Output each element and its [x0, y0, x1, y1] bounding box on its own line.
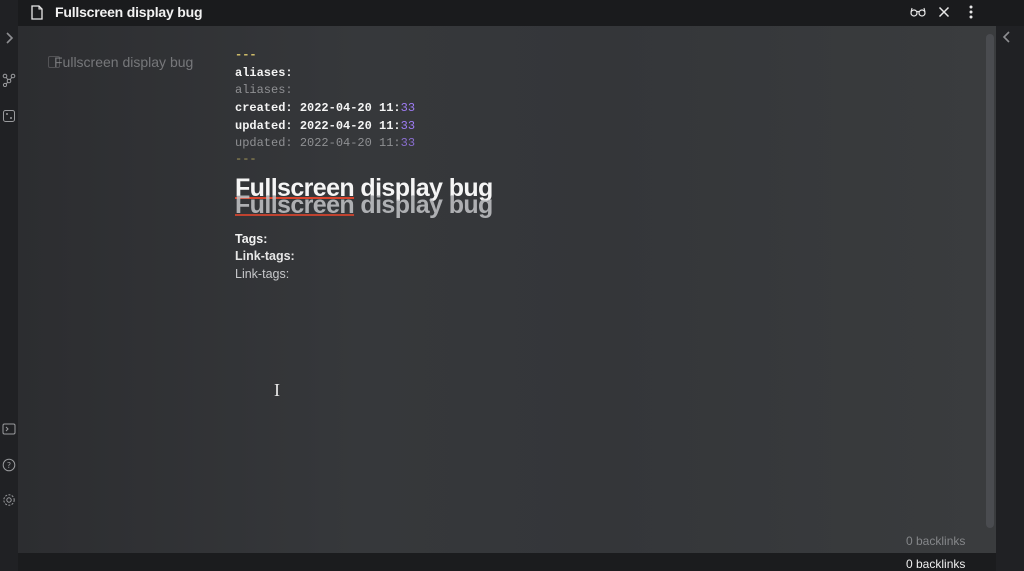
- link-tags-label: Link-tags:: [235, 249, 295, 263]
- updated-value: 2022-04-20 11:: [299, 119, 401, 133]
- right-sidebar-collapsed: [996, 26, 1024, 571]
- backlinks-count-ghost: 0 backlinks: [906, 534, 966, 548]
- updated-line-ghost: updated: 2022-04-20 11:33: [235, 135, 415, 153]
- heading-ghost-word-misspelled: Fullscreen: [235, 191, 355, 219]
- close-icon[interactable]: [935, 3, 953, 21]
- scrollbar[interactable]: [986, 34, 994, 528]
- command-palette-icon[interactable]: [0, 420, 18, 438]
- graph-view-icon[interactable]: [0, 71, 18, 89]
- created-value: 2022-04-20 11:: [299, 101, 401, 115]
- created-accent: 33: [400, 101, 416, 115]
- updated-label-ghost: updated:: [235, 136, 293, 150]
- heading-ghost-rest: display bug: [354, 191, 493, 219]
- chevron-right-icon[interactable]: [0, 29, 18, 47]
- text-cursor-icon: I: [274, 380, 280, 400]
- left-ribbon: ?: [0, 0, 18, 571]
- updated-accent-ghost: 33: [400, 136, 416, 150]
- aliases-key: aliases:: [235, 66, 293, 80]
- help-icon[interactable]: ?: [0, 456, 18, 474]
- chevron-left-icon[interactable]: [1002, 30, 1016, 44]
- note-title[interactable]: Fullscreen display bug: [55, 4, 203, 20]
- random-note-icon[interactable]: [0, 107, 18, 125]
- link-tags-label-ghost: Link-tags:: [235, 267, 290, 281]
- reading-glasses-icon[interactable]: [909, 3, 927, 21]
- aliases-key-ghost: aliases:: [235, 83, 293, 97]
- created-label: created:: [235, 101, 293, 115]
- updated-line: updated: 2022-04-20 11:33: [235, 118, 415, 136]
- tags-label: Tags:: [235, 232, 268, 246]
- updated-accent: 33: [400, 119, 416, 133]
- file-icon: [28, 3, 46, 21]
- frontmatter-open: ---: [235, 48, 257, 62]
- settings-icon[interactable]: [0, 491, 18, 509]
- updated-value-ghost: 2022-04-20 11:: [299, 136, 401, 150]
- status-bar: [18, 553, 996, 571]
- editor-pane: Fullscreen display bug: [18, 26, 996, 553]
- backlinks-count[interactable]: 0 backlinks: [906, 557, 965, 571]
- created-line: created: 2022-04-20 11:33: [235, 100, 415, 118]
- updated-label: updated:: [235, 119, 293, 133]
- more-options-icon[interactable]: [962, 3, 980, 21]
- ghost-note-title: Fullscreen display bug: [54, 54, 194, 70]
- tab-header: Fullscreen display bug: [18, 0, 1024, 26]
- svg-text:?: ?: [7, 461, 11, 470]
- frontmatter-close: ---: [235, 152, 257, 166]
- note-heading-ghost: Fullscreen display bug: [235, 191, 493, 220]
